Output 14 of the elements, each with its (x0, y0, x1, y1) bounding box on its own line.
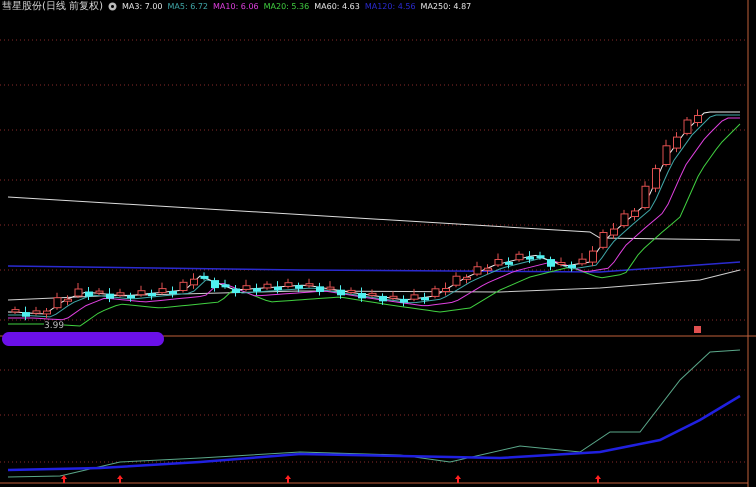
moving-average-label: MA250: 4.87 (420, 2, 472, 10)
low-price-label: 3.99 (44, 321, 64, 331)
moving-average-label: MA3: 7.00 (122, 2, 162, 10)
up-arrow-icon (455, 475, 461, 483)
up-arrow-icon (117, 475, 123, 483)
up-arrow-icon (595, 475, 601, 483)
up-arrow-icon (285, 475, 291, 483)
moving-average-label: MA60: 4.63 (314, 2, 360, 10)
moving-average-label: MA120: 4.56 (364, 2, 416, 10)
chart-title: 彗星股份(日线 前复权) (2, 0, 103, 13)
moving-average-label: MA5: 6.72 (168, 2, 208, 10)
up-arrow-icon (61, 475, 67, 483)
moving-average-label: MA20: 5.36 (264, 2, 310, 10)
moving-average-label: MA10: 6.06 (213, 2, 259, 10)
